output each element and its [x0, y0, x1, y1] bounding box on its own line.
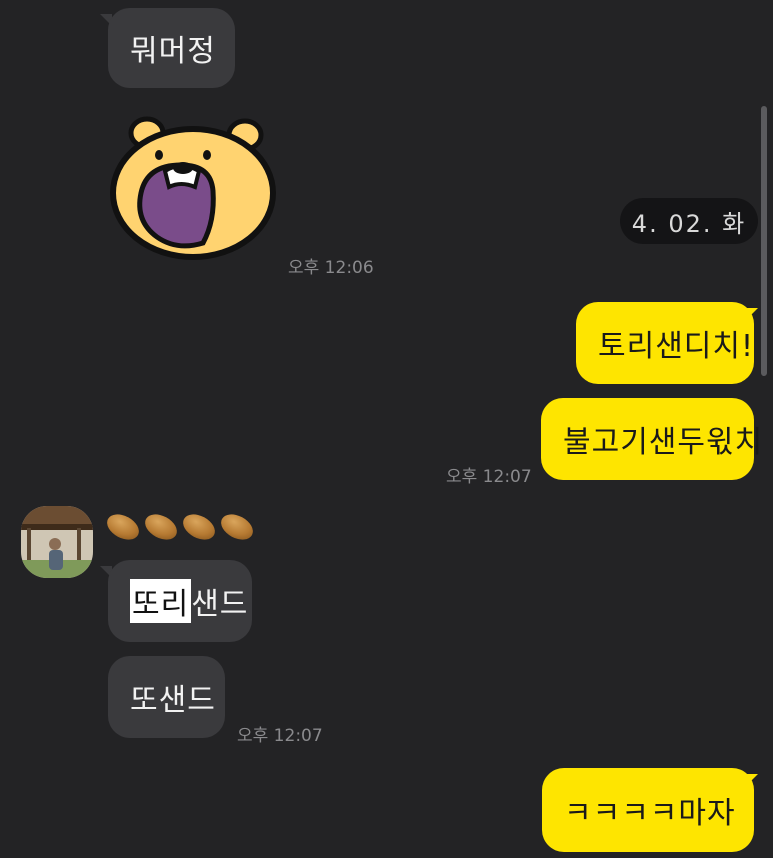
message-bubble-incoming[interactable]: 뭐머정: [108, 8, 235, 88]
message-text: 뭐머정: [130, 34, 216, 69]
potato-emoji-icon: [178, 509, 220, 545]
potato-emoji-icon: [216, 509, 258, 545]
message-text: 불고기샌두윇치: [563, 425, 764, 460]
message-text: 또샌드: [130, 683, 216, 718]
message-bubble-incoming[interactable]: 또샌드: [108, 656, 225, 738]
message-bubble-outgoing[interactable]: 토리샌디치!: [576, 302, 754, 384]
message-text: 샌드: [191, 587, 249, 622]
timestamp: 오후 12:07: [446, 467, 532, 487]
bubble-tail: [746, 774, 758, 786]
bear-sticker-icon: [110, 116, 276, 260]
emoji-row[interactable]: [102, 509, 258, 545]
scrollbar[interactable]: [761, 106, 767, 376]
date-text: 4. 02. 화: [631, 209, 747, 238]
avatar[interactable]: [21, 506, 93, 578]
timestamp: 오후 12:07: [237, 726, 323, 746]
potato-emoji-icon: [140, 509, 182, 545]
timestamp: 오후 12:06: [288, 258, 374, 278]
bear-sticker[interactable]: [107, 113, 277, 261]
message-text: 토리샌디치!: [598, 329, 755, 364]
potato-emoji-icon: [102, 509, 144, 545]
profile-photo-icon: [21, 506, 93, 578]
bubble-tail: [746, 308, 758, 320]
message-text: ㅋㅋㅋㅋ마자: [564, 796, 736, 831]
message-bubble-outgoing[interactable]: ㅋㅋㅋㅋ마자: [542, 768, 754, 852]
message-bubble-outgoing[interactable]: 불고기샌두윇치: [541, 398, 762, 480]
date-divider: 4. 02. 화: [620, 198, 758, 244]
highlighted-text: 또리: [130, 579, 192, 623]
message-bubble-incoming[interactable]: 또리 샌드: [108, 560, 252, 642]
chat-screen: 뭐머정 오후 12:06 4. 02. 화 토리샌디치! 불고기샌두윇치 오후 …: [0, 0, 773, 858]
